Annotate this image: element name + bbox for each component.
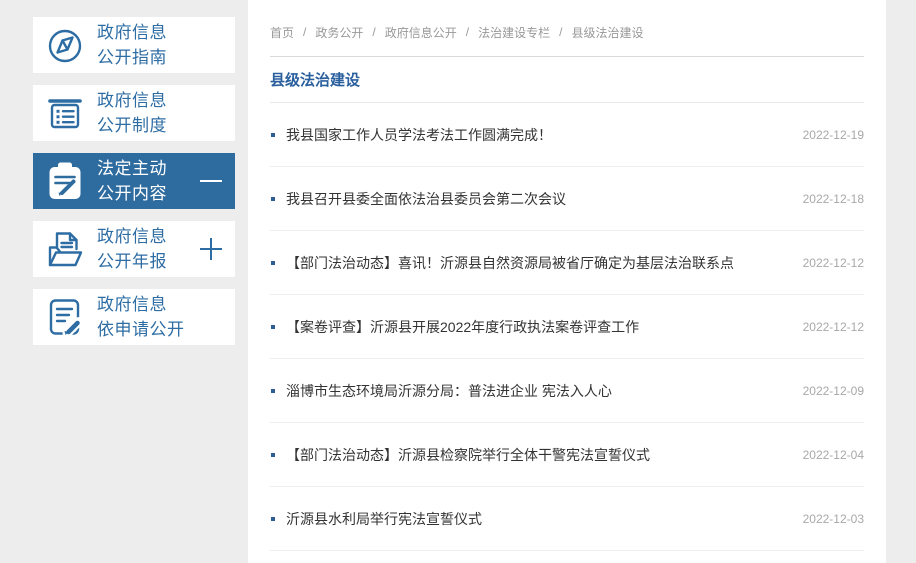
breadcrumb-separator: /: [303, 25, 307, 39]
bullet-icon: [271, 196, 275, 201]
breadcrumb-item-current-page: 县级法治建设: [571, 25, 644, 40]
article-date: 2022-12-03: [802, 511, 864, 526]
bullet-icon: [271, 516, 275, 521]
article-row[interactable]: 【部门法治动态】喜讯！沂源县自然资源局被省厅确定为基层法治联系点 2022-12…: [270, 231, 864, 295]
article-link[interactable]: 沂源县水利局举行宪法宣誓仪式: [286, 509, 789, 529]
collapse-minus-icon[interactable]: [200, 170, 222, 192]
article-row[interactable]: 我县国家工作人员学法考法工作圆满完成！ 2022-12-19: [270, 103, 864, 167]
article-row[interactable]: 【案卷评查】沂源县开展2022年度行政执法案卷评查工作 2022-12-12: [270, 295, 864, 359]
article-row[interactable]: 沂源县水利局举行宪法宣誓仪式 2022-12-03: [270, 487, 864, 551]
article-link[interactable]: 我县召开县委全面依法治县委员会第二次会议: [286, 189, 789, 209]
article-row[interactable]: 淄博市生态环境局沂源分局：普法进企业 宪法入人心 2022-12-09: [270, 359, 864, 423]
sidebar-item-label: 政府信息 依申请公开: [97, 295, 185, 339]
page-title-row: 县级法治建设: [270, 57, 864, 103]
sidebar-item-disclosure-system[interactable]: 政府信息 公开制度: [33, 85, 235, 141]
bullet-icon: [271, 452, 275, 457]
sidebar: 政府信息 公开指南 政府信息 公开制度 法定主动 公开内容 政府信息 公开年报 …: [33, 17, 235, 357]
breadcrumb-item-info-disclosure[interactable]: 政府信息公开: [385, 24, 457, 41]
sidebar-item-label: 政府信息 公开制度: [97, 91, 167, 135]
article-date: 2022-12-12: [802, 255, 864, 270]
article-date: 2022-12-18: [802, 191, 864, 206]
breadcrumb-item-rule-of-law-column[interactable]: 法治建设专栏: [478, 24, 550, 41]
news-list-icon: [33, 91, 97, 135]
expand-plus-icon[interactable]: [200, 238, 222, 260]
sidebar-item-annual-report[interactable]: 政府信息 公开年报: [33, 221, 235, 277]
breadcrumb-item-home[interactable]: 首页: [270, 24, 294, 41]
sidebar-item-label: 政府信息 公开年报: [97, 227, 167, 271]
sidebar-item-disclosure-guide[interactable]: 政府信息 公开指南: [33, 17, 235, 73]
content-panel: 首页 / 政务公开 / 政府信息公开 / 法治建设专栏 / 县级法治建设 县级法…: [248, 0, 886, 563]
article-date: 2022-12-04: [802, 447, 864, 462]
sidebar-item-label: 法定主动 公开内容: [97, 159, 167, 203]
article-date: 2022-12-19: [802, 127, 864, 142]
article-link[interactable]: 【部门法治动态】喜讯！沂源县自然资源局被省厅确定为基层法治联系点: [286, 253, 789, 273]
sidebar-item-label: 政府信息 公开指南: [97, 23, 167, 67]
article-link[interactable]: 【案卷评查】沂源县开展2022年度行政执法案卷评查工作: [286, 317, 789, 337]
breadcrumb-item-government-affairs[interactable]: 政务公开: [315, 24, 363, 41]
bullet-icon: [271, 132, 275, 137]
article-link[interactable]: 我县国家工作人员学法考法工作圆满完成！: [286, 125, 789, 145]
article-list: 我县国家工作人员学法考法工作圆满完成！ 2022-12-19 我县召开县委全面依…: [270, 103, 864, 551]
article-date: 2022-12-12: [802, 319, 864, 334]
article-row[interactable]: 【部门法治动态】沂源县检察院举行全体干警宪法宣誓仪式 2022-12-04: [270, 423, 864, 487]
article-link[interactable]: 淄博市生态环境局沂源分局：普法进企业 宪法入人心: [286, 381, 789, 401]
article-link[interactable]: 【部门法治动态】沂源县检察院举行全体干警宪法宣誓仪式: [286, 445, 789, 465]
bullet-icon: [271, 260, 275, 265]
clipboard-pencil-icon: [33, 159, 97, 203]
article-row[interactable]: 我县召开县委全面依法治县委员会第二次会议 2022-12-18: [270, 167, 864, 231]
breadcrumb-separator: /: [372, 25, 376, 39]
breadcrumb: 首页 / 政务公开 / 政府信息公开 / 法治建设专栏 / 县级法治建设: [270, 0, 864, 57]
sidebar-item-proactive-disclosure[interactable]: 法定主动 公开内容: [33, 153, 235, 209]
folder-document-icon: [33, 227, 97, 271]
breadcrumb-separator: /: [465, 25, 470, 39]
page-title: 县级法治建设: [270, 72, 361, 89]
bullet-icon: [271, 388, 275, 393]
bullet-icon: [271, 324, 275, 329]
article-date: 2022-12-09: [802, 383, 864, 398]
sidebar-item-disclosure-on-request[interactable]: 政府信息 依申请公开: [33, 289, 235, 345]
breadcrumb-separator: /: [559, 25, 563, 39]
compass-icon: [33, 23, 97, 67]
document-pencil-icon: [33, 295, 97, 339]
